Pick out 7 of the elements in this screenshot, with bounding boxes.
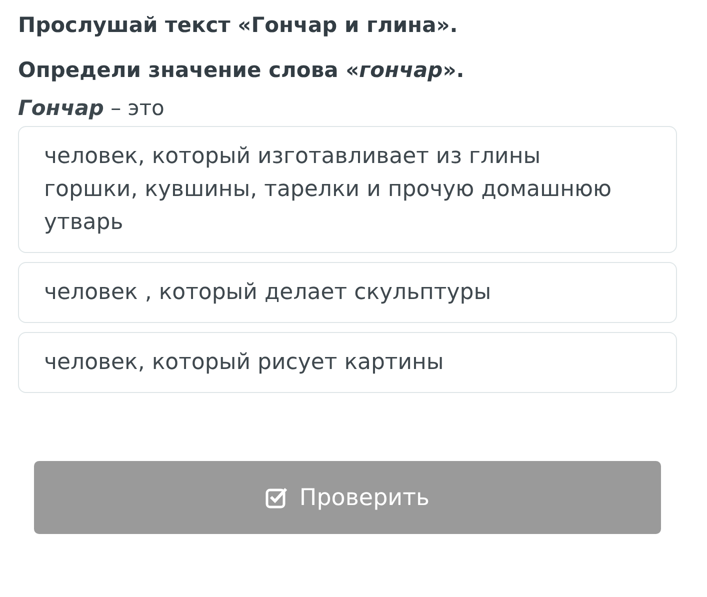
answer-option[interactable]: человек , который делает скульптуры [18,262,677,323]
question-prompt: Гончар – это [18,95,166,122]
answer-option[interactable]: человек, который рисует картины [18,332,677,393]
instruction-text: Прослушай текст «Гончар и глина». [18,12,459,39]
checkbox-icon [265,486,290,510]
instruction-text: Определи значение слова «гончар». [18,57,466,84]
answer-option[interactable]: человек, который изготавливает из глины горшки, кувшины, тарелки и прочую домашнюю утварь [18,126,677,253]
